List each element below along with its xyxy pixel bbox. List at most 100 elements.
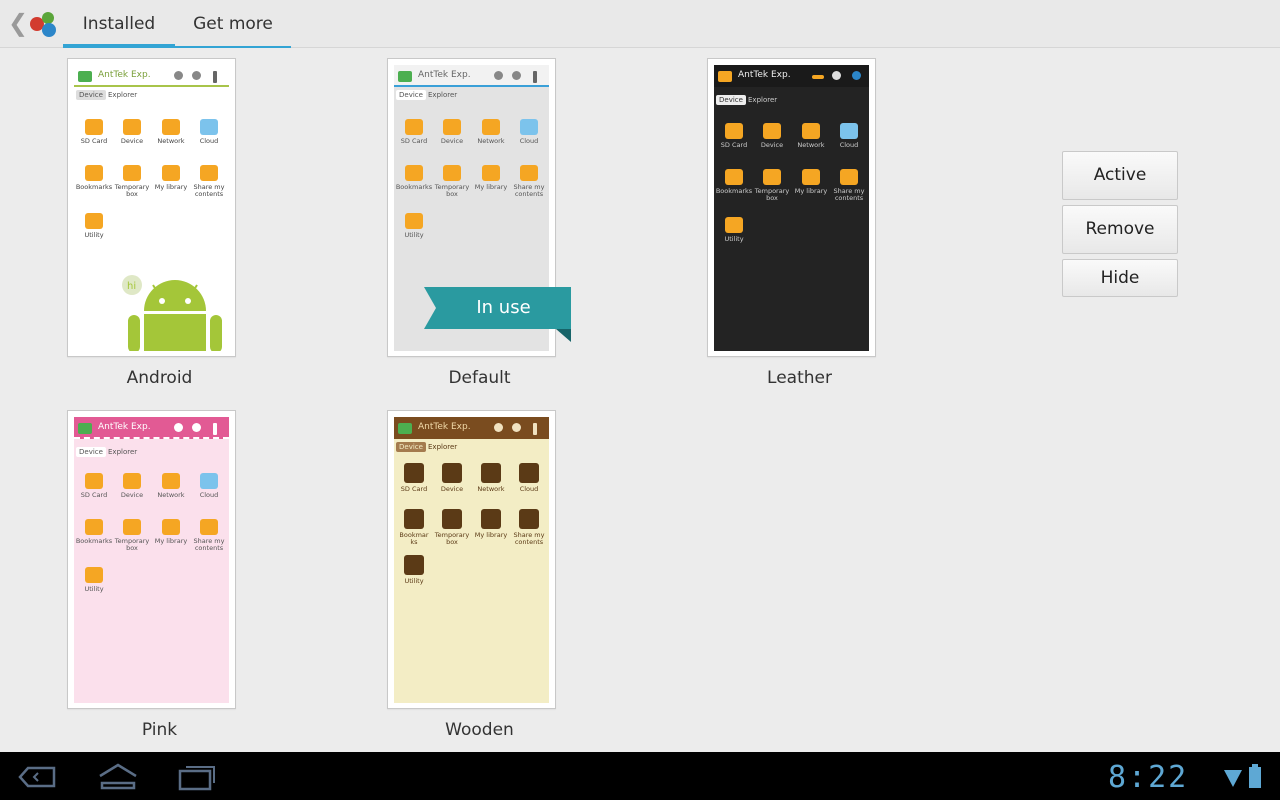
wifi-signal-icon bbox=[1224, 770, 1242, 787]
grid-item: Bookmarks bbox=[75, 165, 113, 191]
utility-icon bbox=[85, 213, 103, 229]
tab-get-more[interactable]: Get more bbox=[175, 0, 291, 48]
grid-item: SD Card bbox=[395, 119, 433, 145]
menu-icon bbox=[533, 71, 537, 83]
eye-icon bbox=[192, 71, 201, 80]
theme-name-pink: Pink bbox=[141, 720, 178, 740]
mini-explorer-label: Explorer bbox=[108, 448, 138, 456]
mini-explorer-label: Explorer bbox=[108, 91, 138, 99]
mini-action-bar: AntTek Exp. bbox=[714, 65, 869, 87]
active-button[interactable]: Active bbox=[1062, 151, 1178, 200]
bookmarks-icon bbox=[725, 169, 743, 185]
system-nav-bar: 8:22 bbox=[0, 752, 1280, 800]
nav-home-icon[interactable] bbox=[96, 762, 140, 792]
folder-icon bbox=[398, 71, 412, 82]
library-icon bbox=[162, 519, 180, 535]
grid-item: Utility bbox=[395, 555, 433, 585]
temporary-box-icon bbox=[123, 165, 141, 181]
theme-thumbnail-wooden[interactable]: AntTek Exp. Device Explorer SD Card Devi… bbox=[387, 410, 556, 709]
menu-icon bbox=[533, 423, 537, 435]
bookmarks-icon bbox=[85, 165, 103, 181]
temporary-box-icon bbox=[443, 165, 461, 181]
copy-icon bbox=[174, 423, 183, 432]
mini-subbar: Device Explorer bbox=[74, 445, 229, 459]
theme-name-android: Android bbox=[126, 368, 193, 388]
mini-subbar: Device Explorer bbox=[714, 93, 869, 107]
network-icon bbox=[162, 473, 180, 489]
mini-action-bar: AntTek Exp. bbox=[394, 65, 549, 87]
device-icon bbox=[443, 119, 461, 135]
grid-item: Utility bbox=[715, 217, 753, 243]
grid-item: My library bbox=[472, 165, 510, 191]
copy-icon bbox=[494, 71, 503, 80]
remove-button[interactable]: Remove bbox=[1062, 205, 1178, 254]
theme-thumbnail-pink[interactable]: AntTek Exp. Device Explorer SD Card Devi… bbox=[67, 410, 236, 709]
mini-action-bar: AntTek Exp. bbox=[394, 417, 549, 439]
utility-icon bbox=[404, 555, 424, 575]
bookmarks-icon bbox=[85, 519, 103, 535]
cloud-icon bbox=[200, 119, 218, 135]
utility-icon bbox=[405, 213, 423, 229]
theme-thumbnail-leather[interactable]: AntTek Exp. Device Explorer SD Card Devi… bbox=[707, 58, 876, 357]
mini-explorer-label: Explorer bbox=[748, 96, 778, 104]
sd-card-icon bbox=[405, 119, 423, 135]
battery-icon bbox=[1249, 764, 1261, 788]
grid-item: Network bbox=[152, 119, 190, 145]
temporary-box-icon bbox=[763, 169, 781, 185]
folder-icon bbox=[398, 423, 412, 434]
grid-item: Network bbox=[152, 473, 190, 499]
grid-item: My library bbox=[792, 169, 830, 195]
share-icon bbox=[519, 509, 539, 529]
mini-device-tab: Device bbox=[76, 447, 106, 457]
grid-item: SD Card bbox=[75, 473, 113, 499]
tab-installed[interactable]: Installed bbox=[63, 0, 175, 48]
theme-name-wooden: Wooden bbox=[445, 720, 514, 740]
nav-recent-apps-icon[interactable] bbox=[176, 762, 218, 792]
grid-item: Cloud bbox=[510, 119, 548, 145]
in-use-badge: In use bbox=[424, 287, 571, 342]
hide-button[interactable]: Hide bbox=[1062, 259, 1178, 297]
sd-card-icon bbox=[725, 123, 743, 139]
copy-icon bbox=[174, 71, 183, 80]
theme-name-default: Default bbox=[448, 368, 511, 388]
share-icon bbox=[520, 165, 538, 181]
folder-icon bbox=[718, 71, 732, 82]
hi-bubble-text: hi bbox=[127, 281, 136, 292]
device-icon bbox=[763, 123, 781, 139]
mini-app-title: AntTek Exp. bbox=[738, 70, 791, 80]
network-icon bbox=[802, 123, 820, 139]
cloud-icon bbox=[519, 463, 539, 483]
grid-item: Bookmarks bbox=[75, 519, 113, 545]
android-mascot-icon: hi bbox=[122, 275, 222, 351]
bookmarks-icon bbox=[404, 509, 424, 529]
theme-preview-wooden: AntTek Exp. Device Explorer SD Card Devi… bbox=[394, 417, 549, 703]
sd-card-icon bbox=[404, 463, 424, 483]
copy-icon bbox=[494, 423, 503, 432]
network-icon bbox=[162, 119, 180, 135]
grid-item: Temporary box bbox=[433, 165, 471, 198]
theme-thumbnail-android[interactable]: AntTek Exp. Device Explorer SD Card Devi… bbox=[67, 58, 236, 357]
menu-icon bbox=[213, 423, 217, 435]
grid-item: Device bbox=[753, 123, 791, 149]
grid-item: My library bbox=[152, 165, 190, 191]
grid-item: Cloud bbox=[190, 119, 228, 145]
chevron-left-icon[interactable]: ❮ bbox=[8, 10, 28, 36]
grid-item: Utility bbox=[75, 567, 113, 593]
theme-name-leather: Leather bbox=[767, 368, 832, 388]
grid-item: Network bbox=[472, 119, 510, 145]
nav-back-icon[interactable] bbox=[16, 762, 58, 792]
grid-item: Network bbox=[472, 463, 510, 493]
mini-action-bar: AntTek Exp. bbox=[74, 65, 229, 87]
grid-item: Temporary box bbox=[113, 165, 151, 198]
utility-icon bbox=[85, 567, 103, 583]
grid-item: Cloud bbox=[190, 473, 228, 499]
grid-item: Device bbox=[433, 463, 471, 493]
temporary-box-icon bbox=[442, 509, 462, 529]
grid-item: SD Card bbox=[395, 463, 433, 493]
share-icon bbox=[200, 165, 218, 181]
theme-preview-leather: AntTek Exp. Device Explorer SD Card Devi… bbox=[714, 65, 869, 351]
mini-device-tab: Device bbox=[396, 442, 426, 452]
app-logo-icon[interactable] bbox=[28, 10, 58, 38]
grid-item: Share my contents bbox=[510, 165, 548, 198]
grid-item: My library bbox=[472, 509, 510, 539]
